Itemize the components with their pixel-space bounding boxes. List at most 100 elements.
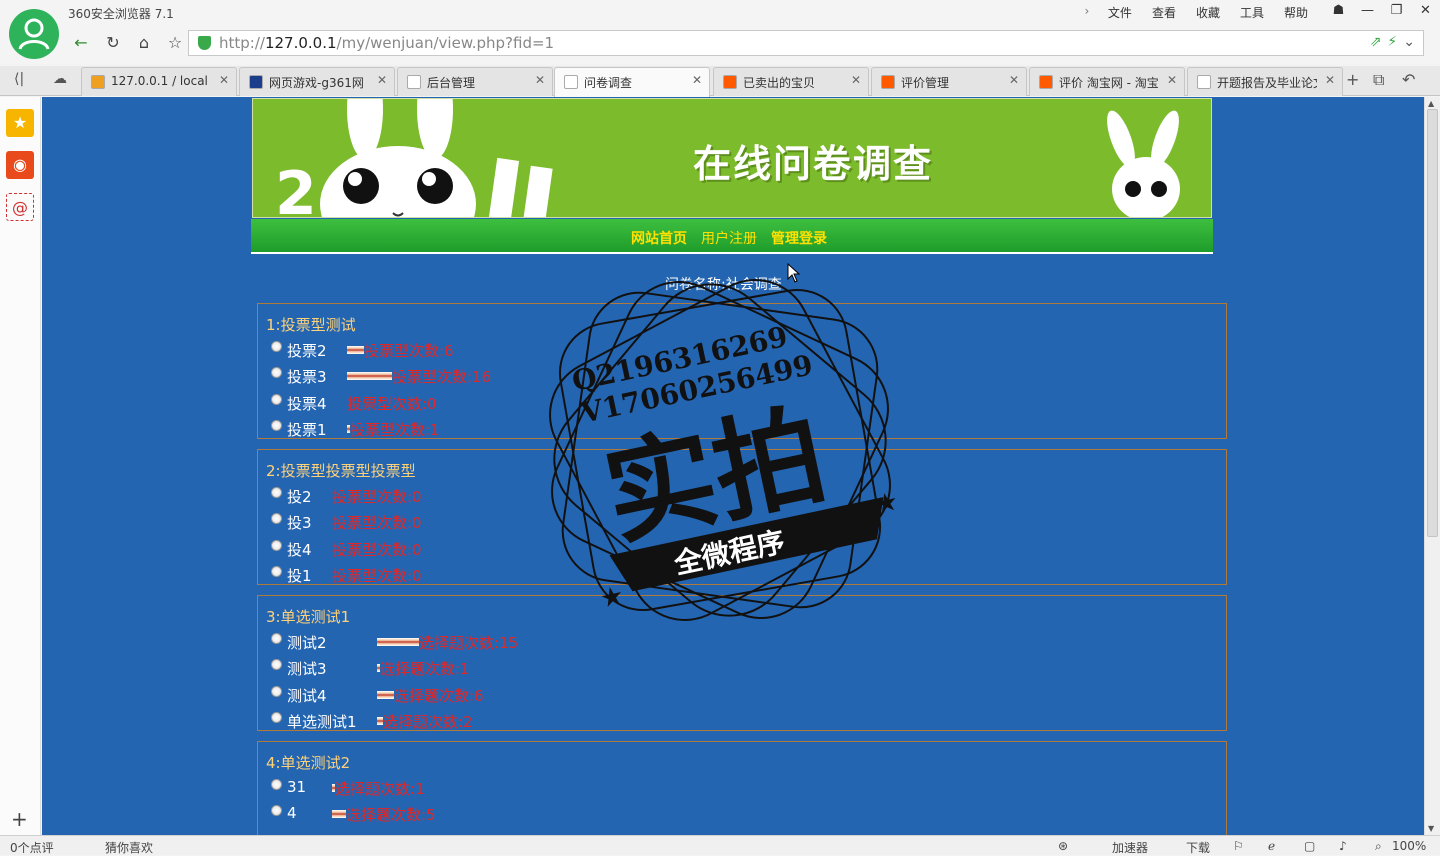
- address-bar[interactable]: http://127.0.0.1/my/wenjuan/view.php?fid…: [188, 30, 1424, 56]
- option-radio[interactable]: [271, 539, 282, 551]
- vote-count: 投票型次数:6: [364, 342, 454, 360]
- undo-close-icon[interactable]: ↶: [1402, 70, 1415, 89]
- vote-count: 投票型次数:0: [332, 540, 422, 559]
- option-radio[interactable]: [271, 685, 282, 697]
- user-avatar-icon[interactable]: [9, 9, 59, 59]
- ie-mode-icon[interactable]: ℯ: [1268, 839, 1275, 853]
- tab-close-icon[interactable]: ✕: [851, 73, 861, 87]
- weibo-icon[interactable]: ◉: [6, 151, 34, 179]
- favorite-star-icon[interactable]: ☆: [164, 32, 186, 54]
- restore-window-icon[interactable]: ⧉: [1373, 70, 1384, 90]
- option-radio[interactable]: [271, 513, 282, 525]
- browser-tab[interactable]: 已卖出的宝贝 ✕: [713, 67, 869, 96]
- home-icon[interactable]: ⌂: [133, 32, 155, 54]
- option-row: 测试2 选择题次数:15: [271, 630, 871, 654]
- guess-you-like[interactable]: 猜你喜欢: [105, 839, 153, 856]
- back-icon[interactable]: ←: [70, 32, 92, 54]
- question-title: 4:单选测试2: [266, 754, 351, 772]
- url-text[interactable]: http://127.0.0.1/my/wenjuan/view.php?fid…: [219, 34, 554, 52]
- minimize-button[interactable]: —: [1353, 0, 1382, 22]
- option-radio[interactable]: [271, 565, 282, 577]
- taobao-icon: [723, 75, 737, 89]
- mail-at-icon[interactable]: @: [6, 193, 34, 221]
- scroll-down-icon[interactable]: ▼: [1428, 824, 1434, 833]
- browser-tab[interactable]: 127.0.0.1 / local ✕: [81, 67, 237, 96]
- skin-icon[interactable]: ☗: [1324, 0, 1353, 22]
- maximize-button[interactable]: ❐: [1382, 0, 1411, 22]
- browser-tab[interactable]: 开题报告及毕业论文 ✕: [1187, 67, 1343, 96]
- download-button[interactable]: 下载: [1186, 839, 1210, 856]
- tab-close-icon[interactable]: ✕: [1009, 73, 1019, 87]
- sidebar-add-icon[interactable]: +: [11, 807, 28, 831]
- vote-count: 投票型次数:0: [332, 488, 422, 506]
- option-radio[interactable]: [271, 711, 282, 723]
- menu-favorites[interactable]: 收藏: [1186, 4, 1230, 21]
- option-radio[interactable]: [271, 419, 282, 431]
- zoom-icon[interactable]: ⌕: [1375, 839, 1382, 854]
- vertical-scrollbar[interactable]: ▲ ▼: [1424, 97, 1440, 835]
- question-box: 3:单选测试1 测试2 选择题次数:15 测试3 选择题次数:1 测试4 选择题次数:6 单选…: [257, 595, 1227, 731]
- option-label: 投票1: [287, 420, 327, 439]
- option-radio[interactable]: [271, 341, 282, 352]
- shield-status-icon[interactable]: ⊛: [1058, 839, 1068, 853]
- option-radio[interactable]: [271, 367, 282, 379]
- accelerator-button[interactable]: 加速器: [1112, 839, 1148, 856]
- taobao-icon: [881, 75, 895, 89]
- browser-tab[interactable]: 评价 淘宝网 - 淘宝 ✕: [1029, 67, 1185, 96]
- site-banner: 2 在线问卷调查: [252, 98, 1212, 218]
- flag-icon[interactable]: ⚐: [1233, 839, 1244, 853]
- zoom-level[interactable]: 100%: [1392, 839, 1426, 853]
- tab-list-left-icon[interactable]: ⟨|: [14, 71, 24, 87]
- share-icon[interactable]: ⇗: [1370, 34, 1382, 50]
- favorites-star-icon[interactable]: ★: [6, 109, 34, 137]
- menu-view[interactable]: 查看: [1142, 4, 1186, 21]
- menu-expand-icon[interactable]: ›: [1076, 4, 1098, 21]
- menu-file[interactable]: 文件: [1098, 4, 1142, 21]
- browser-tab[interactable]: 评价管理 ✕: [871, 67, 1027, 96]
- scrollbar-thumb[interactable]: [1427, 109, 1438, 537]
- option-label: 单选测试1: [287, 712, 357, 731]
- scroll-up-icon[interactable]: ▲: [1428, 99, 1434, 108]
- browser-tab[interactable]: 问卷调查 ✕: [554, 67, 710, 97]
- dropdown-chevron-icon[interactable]: ⌄: [1403, 34, 1415, 50]
- speed-mode-icon[interactable]: ⚡: [1387, 34, 1397, 50]
- vote-count: 投票型次数:0: [347, 394, 437, 413]
- tab-label: 问卷调查: [584, 76, 633, 90]
- option-radio[interactable]: [271, 779, 282, 790]
- comments-status[interactable]: 0个点评: [10, 839, 54, 856]
- sound-icon[interactable]: ♪: [1339, 839, 1347, 853]
- option-radio[interactable]: [271, 393, 282, 405]
- option-radio[interactable]: [271, 487, 282, 498]
- nav-link[interactable]: 管理登录: [771, 231, 827, 247]
- option-radio[interactable]: [271, 633, 282, 644]
- menu-help[interactable]: 帮助: [1274, 4, 1318, 21]
- tab-close-icon[interactable]: ✕: [219, 73, 229, 87]
- nav-link[interactable]: 用户注册: [701, 231, 757, 247]
- menu-tools[interactable]: 工具: [1230, 4, 1274, 21]
- cloud-icon[interactable]: ☁: [53, 71, 67, 87]
- question-title: 2:投票型投票型投票型: [266, 462, 416, 480]
- tab-close-icon[interactable]: ✕: [377, 73, 387, 87]
- browser-tab[interactable]: 网页游戏-g361网 ✕: [239, 67, 395, 96]
- option-row: 4 选择题次数:5: [271, 802, 871, 826]
- option-radio[interactable]: [271, 659, 282, 671]
- tab-close-icon[interactable]: ✕: [1325, 73, 1335, 87]
- close-button[interactable]: ✕: [1411, 0, 1440, 22]
- vote-bar: [347, 372, 392, 381]
- vote-bar: [332, 810, 346, 819]
- tab-close-icon[interactable]: ✕: [535, 73, 545, 87]
- new-tab-icon[interactable]: +: [1346, 70, 1359, 89]
- window-icon[interactable]: ▢: [1304, 839, 1315, 853]
- option-row: 投1 投票型次数:0: [271, 563, 871, 587]
- browser-tab[interactable]: 后台管理 ✕: [397, 67, 553, 96]
- tab-close-icon[interactable]: ✕: [1167, 73, 1177, 87]
- nav-link[interactable]: 网站首页: [631, 231, 687, 247]
- tab-close-icon[interactable]: ✕: [692, 73, 702, 87]
- option-radio[interactable]: [271, 805, 282, 817]
- vote-count: 选择题次数:1: [335, 780, 425, 798]
- refresh-icon[interactable]: ↻: [102, 32, 124, 54]
- question-box: 4:单选测试2 31 选择题次数:1 4 选择题次数:5: [257, 741, 1227, 835]
- option-label: 投票2: [287, 342, 327, 360]
- app-title: 360安全浏览器 7.1: [68, 7, 174, 21]
- option-row: 31 选择题次数:1: [271, 776, 871, 800]
